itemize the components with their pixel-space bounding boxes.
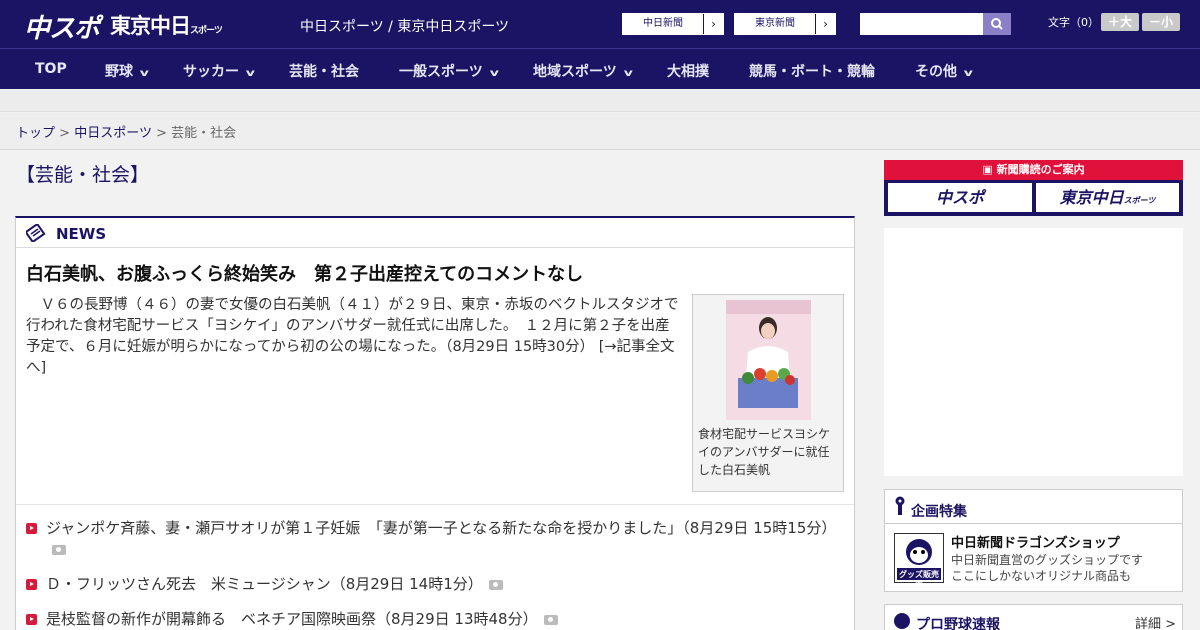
subscribe-tokyo-button[interactable]: 東京中日スポーツ (1036, 183, 1179, 212)
font-larger-button[interactable]: ＋大 (1101, 13, 1139, 31)
camera-icon (543, 614, 558, 625)
search-input[interactable] (860, 13, 983, 35)
list-item-text: Ｄ・フリッツさん死去 米ミュージシャン（8月29日 14時1分） (46, 575, 483, 593)
ad-slot (884, 228, 1183, 476)
feature-header: 企画特集 (885, 490, 1182, 524)
shop-badge-text: グッズ販売中 (899, 570, 939, 590)
subscription-label: 新聞購読のご案内 (996, 163, 1085, 176)
baseball-scores-box: プロ野球速報 詳細 > (884, 604, 1183, 630)
camera-icon (488, 579, 503, 590)
nav-item-other[interactable]: その他 v (915, 61, 973, 81)
list-item[interactable]: Ｄ・フリッツさん死去 米ミュージシャン（8月29日 14時1分） (26, 574, 844, 595)
main-nav: TOP 野球 v サッカー v 芸能・社会 一般スポーツ v 地域スポーツ v 大相撲 … (0, 48, 1200, 89)
list-item-text: 是枝監督の新作が開幕飾る ベネチア国際映画祭（8月29日 13時48分） (46, 610, 538, 628)
subscription-box: ▣ 新聞購読のご案内 中スポ 東京中日スポーツ (884, 160, 1183, 216)
list-item-text: ジャンポケ斉藤、妻・瀬戸サオリが第１子妊娠 「妻が第一子となる新たな命を授かりま… (46, 519, 837, 537)
chevron-down-icon: v (245, 68, 255, 79)
baseball-label: プロ野球速報 (916, 617, 1000, 630)
newspaper-icon (26, 224, 46, 242)
site-title: 中日スポーツ / 東京中日スポーツ (300, 19, 510, 35)
subscription-header: ▣ 新聞購読のご案内 (884, 160, 1183, 180)
subscribe-chuspo-button[interactable]: 中スポ (888, 183, 1032, 212)
chevron-down-icon: v (139, 68, 149, 79)
pin-icon (895, 496, 905, 515)
site-header: 中スポ 東京中日スポーツ 中日スポーツ / 東京中日スポーツ 中日新聞 › 東京… (0, 0, 1200, 48)
news-photo-box: 食材宅配サービスヨシケイのアンバサダーに就任した白石美帆 (692, 294, 844, 492)
newspaper-icon: ▣ (982, 163, 997, 176)
chevron-down-icon: v (489, 68, 499, 79)
nav-label: TOP (35, 61, 67, 77)
subscribe-tokyo-sub: スポーツ (1123, 196, 1156, 205)
chunichi-shimbun-label: 中日新聞 (643, 18, 683, 29)
nav-label: 一般スポーツ (399, 64, 483, 80)
news-photo[interactable] (726, 300, 811, 420)
nav-item-local-sports[interactable]: 地域スポーツ v (533, 61, 633, 81)
nav-label: 地域スポーツ (533, 64, 617, 80)
tokyo-chunichi-logo-text: 東京中日 (110, 14, 191, 38)
dragons-shop-image[interactable]: グッズ販売中 (894, 533, 944, 590)
feature-label: 企画特集 (911, 504, 967, 520)
chevron-down-icon: v (623, 68, 633, 79)
breadcrumb: トップ > 中日スポーツ > 芸能・社会 (0, 113, 1200, 150)
baseball-detail-link[interactable]: 詳細 > (1135, 613, 1176, 630)
breadcrumb-separator: > (156, 126, 167, 141)
nav-label: その他 (915, 64, 957, 80)
nav-item-entertainment[interactable]: 芸能・社会 (289, 61, 359, 81)
news-lead-text: Ｖ６の長野博（４６）の妻で女優の白石美帆（４１）が２９日、東京・赤坂のベクトルス… (26, 297, 679, 355)
search-icon (991, 18, 1003, 30)
divider (16, 504, 854, 505)
shop-description: 中日新聞直営のグッズショップです ここにしかないオリジナル商品も (951, 552, 1143, 584)
news-label: NEWS (56, 225, 107, 243)
nav-label: 競馬・ボート・競輪 (749, 64, 875, 80)
nav-item-soccer[interactable]: サッカー v (183, 61, 255, 81)
header-strip (0, 90, 1200, 112)
nav-item-top[interactable]: TOP (35, 61, 67, 77)
play-bullet-icon (26, 579, 37, 590)
nav-label: サッカー (183, 64, 239, 80)
play-bullet-icon (26, 614, 37, 625)
subscribe-tokyo-label: 東京中日 (1059, 188, 1124, 207)
nav-item-sumo[interactable]: 大相撲 (667, 61, 709, 81)
nav-label: 野球 (105, 64, 133, 80)
tokyo-shimbun-link[interactable]: 東京新聞 › (734, 13, 836, 35)
nav-label: 大相撲 (667, 64, 709, 80)
news-headline[interactable]: 白石美帆、お腹ふっくら終始笑み 第２子出産控えてのコメントなし (26, 260, 583, 286)
baseball-icon (894, 613, 910, 629)
page-title: 【芸能・社会】 (16, 164, 150, 186)
search-button[interactable] (983, 13, 1011, 35)
chevron-down-icon: v (963, 68, 973, 79)
tokyo-chunichi-logo-sub: スポーツ (190, 26, 223, 36)
tokyo-chunichi-logo[interactable]: 東京中日スポーツ (110, 10, 223, 40)
list-item[interactable]: 是枝監督の新作が開幕飾る ベネチア国際映画祭（8月29日 13時48分） (26, 609, 844, 630)
camera-icon (52, 544, 66, 555)
news-lead: Ｖ６の長野博（４６）の妻で女優の白石美帆（４１）が２９日、東京・赤坂のベクトルス… (26, 295, 684, 379)
breadcrumb-home[interactable]: トップ (16, 126, 55, 141)
chevron-right-icon: › (703, 14, 723, 34)
font-smaller-button[interactable]: －小 (1142, 13, 1180, 31)
shop-desc-line: ここにしかないオリジナル商品も (951, 569, 1132, 583)
breadcrumb-separator: > (59, 126, 71, 141)
list-item[interactable]: ジャンポケ斉藤、妻・瀬戸サオリが第１子妊娠 「妻が第一子となる新たな命を授かりま… (26, 518, 844, 560)
photo-caption: 食材宅配サービスヨシケイのアンバサダーに就任した白石美帆 (698, 427, 831, 477)
news-header: NEWS (16, 218, 854, 248)
font-size-label: 文字（0） (1048, 16, 1099, 29)
shop-desc-line: 中日新聞直営のグッズショップです (951, 553, 1144, 567)
play-bullet-icon (26, 523, 37, 534)
shop-title[interactable]: 中日新聞ドラゴンズショップ (951, 532, 1120, 551)
tokyo-shimbun-label: 東京新聞 (755, 18, 795, 29)
breadcrumb-site[interactable]: 中日スポーツ (74, 126, 152, 141)
nav-label: 芸能・社会 (289, 64, 359, 80)
news-section: NEWS 白石美帆、お腹ふっくら終始笑み 第２子出産控えてのコメントなし Ｖ６の… (15, 216, 855, 630)
chuspo-logo[interactable]: 中スポ (24, 8, 100, 45)
chunichi-shimbun-link[interactable]: 中日新聞 › (622, 13, 724, 35)
feature-box: 企画特集 グッズ販売中 中日新聞ドラゴンズショップ 中日新聞直営のグッズショップ… (884, 489, 1183, 592)
chevron-right-icon: › (815, 14, 835, 34)
nav-item-racing[interactable]: 競馬・ボート・競輪 (749, 61, 875, 81)
nav-item-baseball[interactable]: 野球 v (105, 61, 149, 81)
nav-item-general-sports[interactable]: 一般スポーツ v (399, 61, 499, 81)
news-list: ジャンポケ斉藤、妻・瀬戸サオリが第１子妊娠 「妻が第一子となる新たな命を授かりま… (26, 518, 844, 630)
breadcrumb-current: 芸能・社会 (171, 126, 237, 141)
